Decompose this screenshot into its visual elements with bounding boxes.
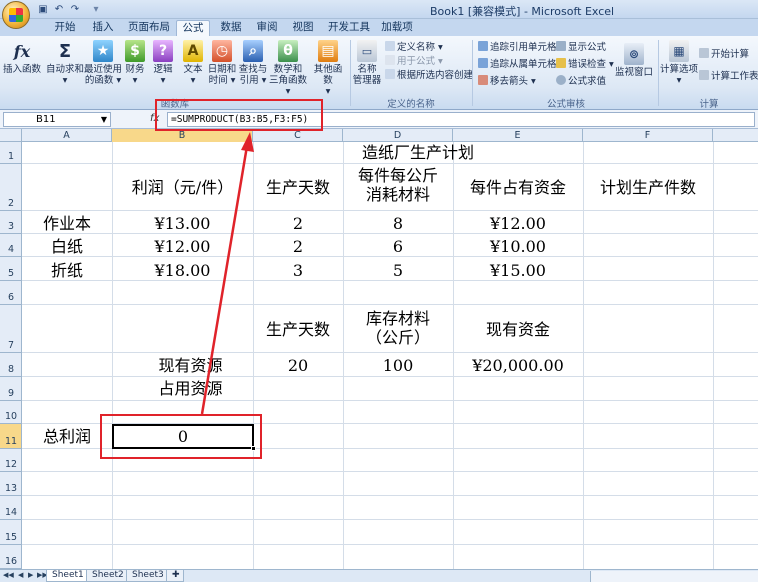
horizontal-scrollbar[interactable]: [590, 571, 758, 582]
sheet-tab-bar: ◀◀ ◀ ▶ ▶▶ Sheet1 Sheet2 Sheet3 ✚: [0, 569, 758, 582]
sheet-tab-1[interactable]: Sheet1: [46, 570, 90, 582]
office-logo-icon: [9, 8, 23, 22]
office-button[interactable]: [2, 1, 30, 29]
annotation-arrow-icon: [200, 132, 254, 415]
insert-sheet-icon[interactable]: ✚: [166, 570, 184, 582]
sheet-tab-2[interactable]: Sheet2: [86, 570, 130, 582]
sheet-tab-3[interactable]: Sheet3: [126, 570, 170, 582]
prev-sheet-icon[interactable]: ◀: [18, 571, 23, 579]
next-sheet-icon[interactable]: ▶: [28, 571, 33, 579]
first-sheet-icon[interactable]: ◀◀: [3, 571, 14, 579]
